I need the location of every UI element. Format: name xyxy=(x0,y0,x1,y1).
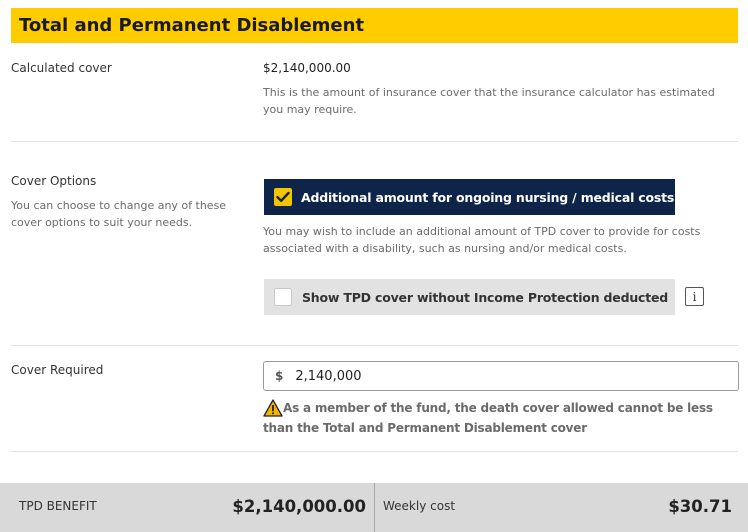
section-header: Total and Permanent Disablement xyxy=(11,8,738,43)
cover-required-input[interactable] xyxy=(295,368,696,384)
calculated-cover-label: Calculated cover xyxy=(11,61,112,75)
nursing-costs-help: You may wish to include an additional am… xyxy=(263,225,701,255)
cover-warning-message: As a member of the fund, the death cover… xyxy=(263,401,713,435)
summary-footer: TPD BENEFIT $2,140,000.00 Weekly cost $3… xyxy=(0,483,748,532)
divider xyxy=(11,451,738,452)
calculated-cover-help: This is the amount of insurance cover th… xyxy=(263,86,715,116)
tpd-benefit-label: TPD BENEFIT xyxy=(19,499,97,513)
checkmark-icon xyxy=(276,191,290,202)
tpd-without-ip-option-label: Show TPD cover without Income Protection… xyxy=(302,289,669,305)
info-icon[interactable]: i xyxy=(685,287,704,306)
cover-required-field[interactable]: $ xyxy=(263,361,739,391)
weekly-cost-label: Weekly cost xyxy=(383,499,456,513)
nursing-costs-checkbox[interactable] xyxy=(274,188,292,206)
cover-options-description: You can choose to change any of these co… xyxy=(11,199,227,229)
currency-symbol: $ xyxy=(275,369,284,383)
nursing-costs-option-label: Additional amount for ongoing nursing / … xyxy=(301,189,675,205)
tpd-benefit-amount: $2,140,000.00 xyxy=(232,497,366,516)
divider xyxy=(11,141,738,142)
section-title: Total and Permanent Disablement xyxy=(19,15,365,36)
weekly-cost-amount: $30.71 xyxy=(668,497,732,516)
divider xyxy=(11,345,738,346)
cover-required-label: Cover Required xyxy=(11,363,104,377)
tpd-without-ip-option[interactable]: Show TPD cover without Income Protection… xyxy=(264,279,675,315)
calculated-cover-value: $2,140,000.00 xyxy=(263,61,351,75)
nursing-costs-option[interactable]: Additional amount for ongoing nursing / … xyxy=(264,179,675,215)
tpd-without-ip-checkbox[interactable] xyxy=(274,288,292,306)
footer-divider xyxy=(374,483,375,532)
cover-options-label: Cover Options xyxy=(11,174,97,188)
